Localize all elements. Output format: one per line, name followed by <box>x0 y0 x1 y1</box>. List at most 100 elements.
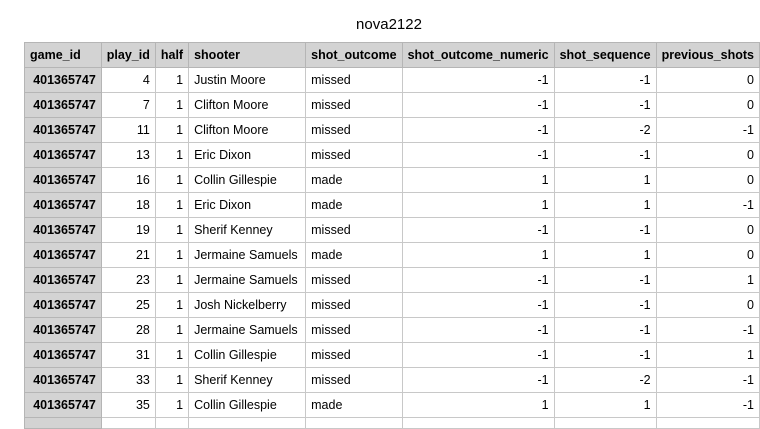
shot-outcome-numeric-cell[interactable]: -1 <box>401 267 555 293</box>
shot-sequence-cell[interactable]: -1 <box>553 67 657 93</box>
half-cell[interactable]: 1 <box>154 392 190 418</box>
play-id-cell[interactable]: 21 <box>100 242 156 268</box>
shot-outcome-numeric-cell[interactable]: -1 <box>401 317 555 343</box>
shooter-cell[interactable]: Jermaine Samuels <box>188 242 307 268</box>
shooter-cell[interactable]: Sherif Kenney <box>188 367 307 393</box>
half-cell[interactable]: 1 <box>154 67 190 93</box>
shot-outcome-cell[interactable]: missed <box>305 267 403 293</box>
shot-sequence-cell[interactable]: -1 <box>553 142 657 168</box>
game-id-cell[interactable]: 401365747 <box>24 367 102 393</box>
previous-shots-cell[interactable]: 0 <box>655 67 760 93</box>
shot-outcome-cell[interactable]: missed <box>305 142 403 168</box>
game-id-cell[interactable]: 401365747 <box>24 242 102 268</box>
half-cell[interactable]: 1 <box>154 117 190 143</box>
shot-outcome-numeric-cell[interactable]: -1 <box>401 217 555 243</box>
shot-outcome-cell[interactable]: missed <box>305 67 403 93</box>
shot-sequence-cell[interactable]: -2 <box>553 117 657 143</box>
previous-shots-cell[interactable]: -1 <box>655 367 760 393</box>
previous-shots-cell[interactable]: 0 <box>655 217 760 243</box>
game-id-cell[interactable]: 401365747 <box>24 342 102 368</box>
game-id-cell[interactable]: 401365747 <box>24 117 102 143</box>
shot-sequence-cell[interactable]: 1 <box>553 167 657 193</box>
column-header-shot-outcome-numeric[interactable]: shot_outcome_numeric <box>401 42 555 68</box>
shot-outcome-numeric-cell[interactable]: 1 <box>401 392 555 418</box>
shot-outcome-numeric-cell[interactable]: -1 <box>401 342 555 368</box>
play-id-cell[interactable]: 33 <box>100 367 156 393</box>
half-cell[interactable]: 1 <box>154 192 190 218</box>
shot-outcome-cell[interactable]: made <box>305 242 403 268</box>
column-header-half[interactable]: half <box>154 42 190 68</box>
shot-outcome-cell[interactable]: missed <box>305 367 403 393</box>
half-cell[interactable]: 1 <box>154 167 190 193</box>
shooter-cell[interactable]: Eric Dixon <box>188 142 307 168</box>
column-header-shot-outcome[interactable]: shot_outcome <box>305 42 403 68</box>
shooter-cell[interactable]: Clifton Moore <box>188 117 307 143</box>
game-id-cell[interactable]: 401365747 <box>24 392 102 418</box>
shooter-cell[interactable]: Justin Moore <box>188 67 307 93</box>
shooter-cell[interactable]: Jermaine Samuels <box>188 317 307 343</box>
game-id-cell[interactable]: 401365747 <box>24 317 102 343</box>
half-cell[interactable]: 1 <box>154 292 190 318</box>
column-header-play-id[interactable]: play_id <box>100 42 156 68</box>
game-id-cell[interactable]: 401365747 <box>24 217 102 243</box>
play-id-cell[interactable]: 25 <box>100 292 156 318</box>
half-cell[interactable]: 1 <box>154 367 190 393</box>
shot-outcome-numeric-cell[interactable]: -1 <box>401 367 555 393</box>
column-header-previous-shots[interactable]: previous_shots <box>655 42 760 68</box>
game-id-cell[interactable]: 401365747 <box>24 167 102 193</box>
shot-sequence-cell[interactable]: 1 <box>553 242 657 268</box>
shot-outcome-numeric-cell[interactable]: -1 <box>401 117 555 143</box>
game-id-cell[interactable]: 401365747 <box>24 192 102 218</box>
previous-shots-cell[interactable]: 0 <box>655 242 760 268</box>
shooter-cell[interactable]: Collin Gillespie <box>188 342 307 368</box>
half-cell[interactable]: 1 <box>154 267 190 293</box>
column-header-shooter[interactable]: shooter <box>188 42 307 68</box>
previous-shots-cell[interactable]: -1 <box>655 317 760 343</box>
shot-sequence-cell[interactable]: -1 <box>553 267 657 293</box>
half-cell[interactable]: 1 <box>154 92 190 118</box>
play-id-cell[interactable]: 7 <box>100 92 156 118</box>
shot-outcome-numeric-cell[interactable]: -1 <box>401 67 555 93</box>
play-id-cell[interactable]: 18 <box>100 192 156 218</box>
shot-sequence-cell[interactable]: -1 <box>553 317 657 343</box>
previous-shots-cell[interactable]: 0 <box>655 142 760 168</box>
shot-sequence-cell[interactable]: -1 <box>553 342 657 368</box>
previous-shots-cell[interactable]: -1 <box>655 392 760 418</box>
shot-outcome-numeric-cell[interactable]: -1 <box>401 142 555 168</box>
column-header-shot-sequence[interactable]: shot_sequence <box>553 42 657 68</box>
shot-outcome-cell[interactable]: missed <box>305 317 403 343</box>
shot-sequence-cell[interactable]: -2 <box>553 367 657 393</box>
half-cell[interactable]: 1 <box>154 242 190 268</box>
shot-sequence-cell[interactable]: 1 <box>553 392 657 418</box>
play-id-cell[interactable]: 11 <box>100 117 156 143</box>
shot-sequence-cell[interactable]: -1 <box>553 217 657 243</box>
shooter-cell[interactable]: Collin Gillespie <box>188 392 307 418</box>
half-cell[interactable]: 1 <box>154 142 190 168</box>
shooter-cell[interactable]: Collin Gillespie <box>188 167 307 193</box>
shot-outcome-cell[interactable]: missed <box>305 342 403 368</box>
play-id-cell[interactable]: 13 <box>100 142 156 168</box>
shot-outcome-numeric-cell[interactable]: -1 <box>401 92 555 118</box>
half-cell[interactable]: 1 <box>154 342 190 368</box>
game-id-cell[interactable]: 401365747 <box>24 67 102 93</box>
shooter-cell[interactable]: Clifton Moore <box>188 92 307 118</box>
game-id-cell[interactable]: 401365747 <box>24 267 102 293</box>
play-id-cell[interactable]: 35 <box>100 392 156 418</box>
previous-shots-cell[interactable]: -1 <box>655 192 760 218</box>
column-header-game-id[interactable]: game_id <box>24 42 102 68</box>
previous-shots-cell[interactable]: 1 <box>655 342 760 368</box>
play-id-cell[interactable]: 23 <box>100 267 156 293</box>
previous-shots-cell[interactable]: -1 <box>655 117 760 143</box>
shooter-cell[interactable]: Eric Dixon <box>188 192 307 218</box>
previous-shots-cell[interactable]: 1 <box>655 267 760 293</box>
half-cell[interactable]: 1 <box>154 317 190 343</box>
previous-shots-cell[interactable]: 0 <box>655 292 760 318</box>
shot-outcome-cell[interactable]: missed <box>305 92 403 118</box>
shooter-cell[interactable]: Josh Nickelberry <box>188 292 307 318</box>
shooter-cell[interactable]: Sherif Kenney <box>188 217 307 243</box>
half-cell[interactable]: 1 <box>154 217 190 243</box>
shot-outcome-cell[interactable]: missed <box>305 217 403 243</box>
game-id-cell[interactable]: 401365747 <box>24 92 102 118</box>
play-id-cell[interactable]: 28 <box>100 317 156 343</box>
shot-sequence-cell[interactable]: 1 <box>553 192 657 218</box>
